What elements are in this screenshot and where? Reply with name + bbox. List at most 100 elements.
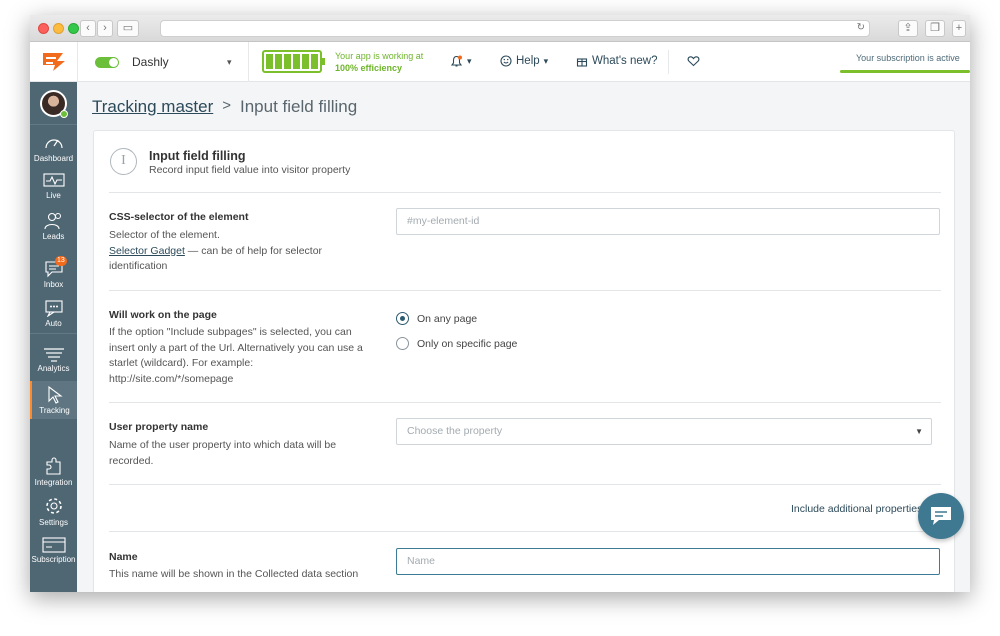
gear-icon [45,498,62,514]
breadcrumb-parent-link[interactable]: Tracking master [92,97,213,117]
chevron-down-icon: ▾ [543,55,549,66]
css-selector-desc-text: Selector of the element. [109,229,220,241]
efficiency-text: Your app is working at [335,51,424,61]
name-description: This name will be shown in the Collected… [109,568,359,580]
divider [109,531,941,532]
browser-toolbar: ‹ › ▭ ↻ ⇪ ❐ + [30,15,970,42]
sidebar-item-label: Integration [34,478,73,487]
sidebar-item-auto[interactable]: Auto [30,299,77,328]
bell-icon [450,55,463,67]
radio-specific-page-label: Only on specific page [417,337,518,350]
radio-selected-icon [396,312,409,325]
sidebar-item-tracking[interactable]: Tracking [30,381,77,419]
close-window-button[interactable] [38,23,49,34]
name-title: Name [109,551,138,563]
sidebar-item-label: Settings [39,518,68,527]
maximize-window-button[interactable] [68,23,79,34]
smile-icon [500,55,512,67]
dashly-logo[interactable] [30,42,77,82]
radio-any-page[interactable]: On any page [396,312,477,325]
chat-bubble-icon [931,507,951,525]
chevron-down-icon[interactable]: ▾ [227,57,232,68]
radio-any-page-label: On any page [417,312,478,325]
app-active-toggle[interactable] [95,57,119,68]
radio-specific-page[interactable]: Only on specific page [396,337,517,350]
subscription-bar [840,70,970,73]
new-tab-icon[interactable]: + [952,20,966,37]
caret-down-icon: ▼ [915,427,923,436]
share-icon[interactable]: ⇪ [898,20,918,37]
include-additional-properties-link[interactable]: Include additional properties [791,503,922,515]
user-property-select[interactable]: Choose the property ▼ [396,418,932,445]
users-icon [43,212,61,230]
efficiency-value: 100% efficiency [335,63,403,73]
user-property-description: Name of the user property into which dat… [109,439,337,467]
chat-widget-button[interactable] [918,493,964,539]
back-icon[interactable]: ‹ [80,20,96,37]
breadcrumb: Tracking master > Input field filling [92,97,357,117]
puzzle-icon [45,457,61,475]
browser-window: ‹ › ▭ ↻ ⇪ ❐ + Dashly ▾ Your app is worki… [30,15,970,592]
sidebar-item-dashboard[interactable]: Dashboard [30,134,77,163]
divider [248,42,249,82]
sidebar-item-integration[interactable]: Integration [30,456,77,487]
sidebar-item-label: Tracking [39,406,70,415]
subscription-status[interactable]: Your subscription is active [856,53,960,63]
user-property-title: User property name [109,421,209,433]
sidebar-item-live[interactable]: Live [30,173,77,200]
card-title: Input field filling [149,149,246,163]
minimize-window-button[interactable] [53,23,64,34]
name-input[interactable]: Name [396,548,940,575]
whats-new-label: What's new? [592,55,658,67]
settings-card: I Input field filling Record input field… [93,130,955,592]
divider [109,484,941,485]
cursor-icon [47,386,63,404]
breadcrumb-separator: > [222,97,231,114]
card-icon [41,537,66,553]
address-bar[interactable]: ↻ [160,20,870,37]
divider [109,192,941,193]
selector-gadget-link[interactable]: Selector Gadget [109,245,185,257]
text-cursor-icon: I [110,148,137,175]
app-name[interactable]: Dashly [132,55,169,69]
help-button[interactable]: Help ▾ [500,55,548,67]
radio-unselected-icon [396,337,409,350]
divider [77,42,78,82]
sidebar-item-subscription[interactable]: Subscription [30,537,77,564]
gift-icon [576,58,588,67]
divider [109,402,941,403]
page-title: Input field filling [240,97,358,116]
sidebar-item-label: Analytics [37,364,70,373]
sidebar-item-label: Auto [45,319,62,328]
favorites-button[interactable] [687,55,700,67]
heart-icon [687,56,700,67]
forward-icon[interactable]: › [97,20,113,37]
divider [30,333,77,334]
user-property-placeholder: Choose the property [407,425,503,437]
app-topbar: Dashly ▾ Your app is working at 100% eff… [30,42,970,82]
pulse-icon [42,173,65,187]
help-label: Help [516,55,540,67]
reload-icon[interactable]: ↻ [857,22,865,33]
sidebar-item-label: Live [46,191,61,200]
inbox-count-badge: 13 [55,256,67,266]
sidebar-toggle-icon[interactable]: ▭ [117,20,139,37]
sidebar-item-label: Leads [42,232,65,241]
sidebar-item-analytics[interactable]: Analytics [30,346,77,373]
sidebar-item-leads[interactable]: Leads [30,212,77,241]
page-rule-title: Will work on the page [109,309,217,321]
gauge-icon [44,139,63,149]
battery-icon [262,50,325,73]
notifications-button[interactable]: ▾ [450,55,472,68]
sidebar-item-label: Subscription [31,555,76,564]
sidebar-item-settings[interactable]: Settings [30,496,77,527]
chevron-down-icon: ▾ [467,56,472,66]
sidebar-item-label: Inbox [43,280,64,289]
css-selector-input[interactable]: #my-element-id [396,208,940,235]
online-status-dot [60,110,68,118]
whats-new-button[interactable]: What's new? [576,55,657,67]
sidebar-item-inbox[interactable]: 13 Inbox [30,256,77,289]
divider [668,50,669,74]
tabs-icon[interactable]: ❐ [925,20,945,37]
sidebar-item-label: Dashboard [33,154,74,163]
